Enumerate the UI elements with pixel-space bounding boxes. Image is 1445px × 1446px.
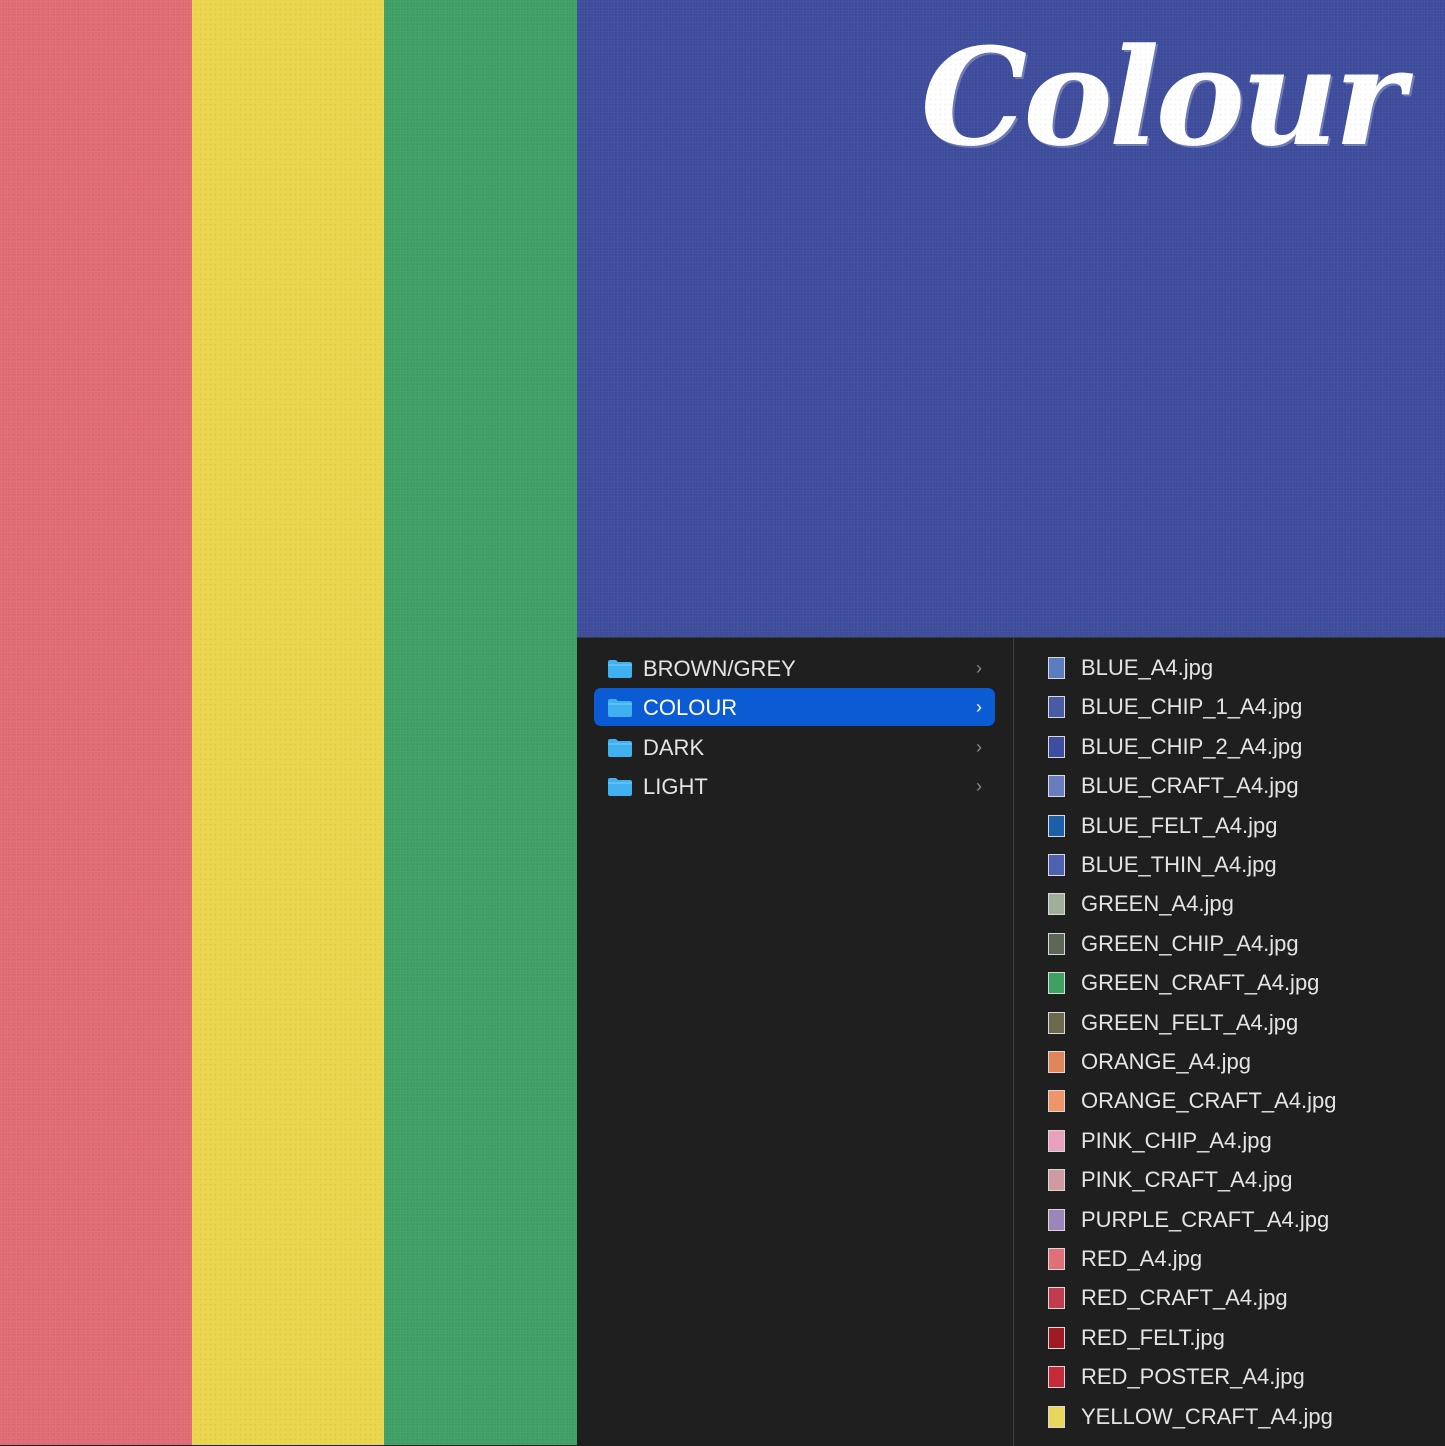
folder-icon <box>608 738 632 757</box>
file-name: PINK_CHIP_A4.jpg <box>1081 1127 1272 1153</box>
file-item[interactable]: GREEN_A4.jpg <box>1015 884 1445 922</box>
finder-column-view: BROWN/GREY › COLOUR › DARK › LIGHT › BLUE_A4.jp… <box>577 637 1445 1446</box>
file-item[interactable]: BLUE_FELT_A4.jpg <box>1015 806 1445 844</box>
file-name: GREEN_CHIP_A4.jpg <box>1081 930 1299 956</box>
folder-item[interactable]: LIGHT › <box>594 767 995 805</box>
file-item[interactable]: ORANGE_A4.jpg <box>1015 1042 1445 1080</box>
red-paper-stripe <box>0 0 192 1445</box>
file-name: ORANGE_CRAFT_A4.jpg <box>1081 1088 1337 1114</box>
image-thumbnail-icon <box>1048 1051 1065 1073</box>
file-name: PURPLE_CRAFT_A4.jpg <box>1081 1206 1330 1232</box>
file-column: BLUE_A4.jpg BLUE_CHIP_1_A4.jpg BLUE_CHIP_2… <box>1015 638 1445 1446</box>
folder-column: BROWN/GREY › COLOUR › DARK › LIGHT › <box>577 638 1014 1446</box>
image-thumbnail-icon <box>1048 1326 1065 1349</box>
file-name: ORANGE_A4.jpg <box>1081 1049 1251 1074</box>
file-name: BLUE_FELT_A4.jpg <box>1081 812 1278 838</box>
file-item[interactable]: GREEN_FELT_A4.jpg <box>1015 1003 1445 1041</box>
file-name: PINK_CRAFT_A4.jpg <box>1081 1167 1293 1193</box>
chevron-right-icon: › <box>976 697 982 718</box>
image-thumbnail-icon <box>1048 854 1065 876</box>
image-thumbnail-icon <box>1048 972 1065 995</box>
file-item[interactable]: RED_CRAFT_A4.jpg <box>1015 1278 1445 1316</box>
image-thumbnail-icon <box>1048 1287 1065 1310</box>
folder-icon <box>608 778 632 797</box>
file-item[interactable]: BLUE_THIN_A4.jpg <box>1015 845 1445 883</box>
folder-icon <box>608 660 632 678</box>
page-title: Colour <box>920 18 1405 176</box>
folder-label: DARK <box>643 734 705 760</box>
green-paper-stripe <box>384 0 577 1445</box>
folder-item[interactable]: BROWN/GREY › <box>594 649 995 687</box>
file-item[interactable]: BLUE_A4.jpg <box>1015 648 1445 686</box>
file-item[interactable]: PURPLE_CRAFT_A4.jpg <box>1015 1200 1445 1238</box>
chevron-right-icon: › <box>976 658 982 678</box>
image-thumbnail-icon <box>1048 1366 1065 1389</box>
blue-paper-panel: Colour <box>577 0 1445 637</box>
file-item[interactable]: RED_FELT.jpg <box>1015 1318 1445 1356</box>
folder-item[interactable]: DARK › <box>594 728 995 766</box>
image-thumbnail-icon <box>1048 932 1065 955</box>
file-name: BLUE_CHIP_2_A4.jpg <box>1081 733 1303 759</box>
image-thumbnail-icon <box>1048 1248 1065 1270</box>
yellow-paper-stripe <box>192 0 384 1445</box>
image-thumbnail-icon <box>1048 1129 1065 1152</box>
folder-label: LIGHT <box>643 774 708 800</box>
folder-label: COLOUR <box>643 695 738 721</box>
file-item[interactable]: BLUE_CHIP_2_A4.jpg <box>1015 727 1445 765</box>
file-name: RED_CRAFT_A4.jpg <box>1081 1285 1288 1311</box>
file-name: RED_FELT.jpg <box>1081 1324 1225 1350</box>
image-thumbnail-icon <box>1048 775 1065 798</box>
file-item[interactable]: GREEN_CHIP_A4.jpg <box>1015 924 1445 962</box>
image-thumbnail-icon <box>1048 1208 1065 1231</box>
folder-icon <box>608 699 632 718</box>
image-thumbnail-icon <box>1048 735 1065 758</box>
file-item[interactable]: RED_A4.jpg <box>1015 1239 1445 1277</box>
file-name: RED_A4.jpg <box>1081 1246 1203 1271</box>
image-thumbnail-icon <box>1048 1405 1065 1428</box>
file-item[interactable]: BLUE_CHIP_1_A4.jpg <box>1015 687 1445 725</box>
folder-item[interactable]: COLOUR › <box>594 688 995 727</box>
image-thumbnail-icon <box>1048 1011 1065 1034</box>
file-name: RED_POSTER_A4.jpg <box>1081 1364 1305 1390</box>
image-thumbnail-icon <box>1048 893 1065 916</box>
folder-label: BROWN/GREY <box>643 656 796 681</box>
file-item[interactable]: PINK_CHIP_A4.jpg <box>1015 1121 1445 1159</box>
image-thumbnail-icon <box>1048 657 1065 679</box>
file-item[interactable]: RED_POSTER_A4.jpg <box>1015 1357 1445 1395</box>
file-name: BLUE_THIN_A4.jpg <box>1081 852 1277 877</box>
chevron-right-icon: › <box>976 736 982 757</box>
file-name: GREEN_A4.jpg <box>1081 891 1234 917</box>
file-item[interactable]: BLUE_CRAFT_A4.jpg <box>1015 766 1445 804</box>
image-thumbnail-icon <box>1048 814 1065 837</box>
file-item[interactable]: ORANGE_CRAFT_A4.jpg <box>1015 1081 1445 1119</box>
file-name: BLUE_A4.jpg <box>1081 655 1214 680</box>
file-item[interactable]: YELLOW_CRAFT_A4.jpg <box>1015 1397 1445 1435</box>
file-item[interactable]: GREEN_CRAFT_A4.jpg <box>1015 963 1445 1001</box>
image-thumbnail-icon <box>1048 696 1065 719</box>
file-name: GREEN_CRAFT_A4.jpg <box>1081 970 1320 996</box>
file-name: YELLOW_CRAFT_A4.jpg <box>1081 1403 1333 1429</box>
image-thumbnail-icon <box>1048 1090 1065 1113</box>
file-name: GREEN_FELT_A4.jpg <box>1081 1009 1299 1035</box>
chevron-right-icon: › <box>976 776 982 797</box>
file-item[interactable]: PINK_CRAFT_A4.jpg <box>1015 1160 1445 1198</box>
image-thumbnail-icon <box>1048 1169 1065 1192</box>
file-name: BLUE_CRAFT_A4.jpg <box>1081 773 1299 799</box>
file-name: BLUE_CHIP_1_A4.jpg <box>1081 694 1303 720</box>
